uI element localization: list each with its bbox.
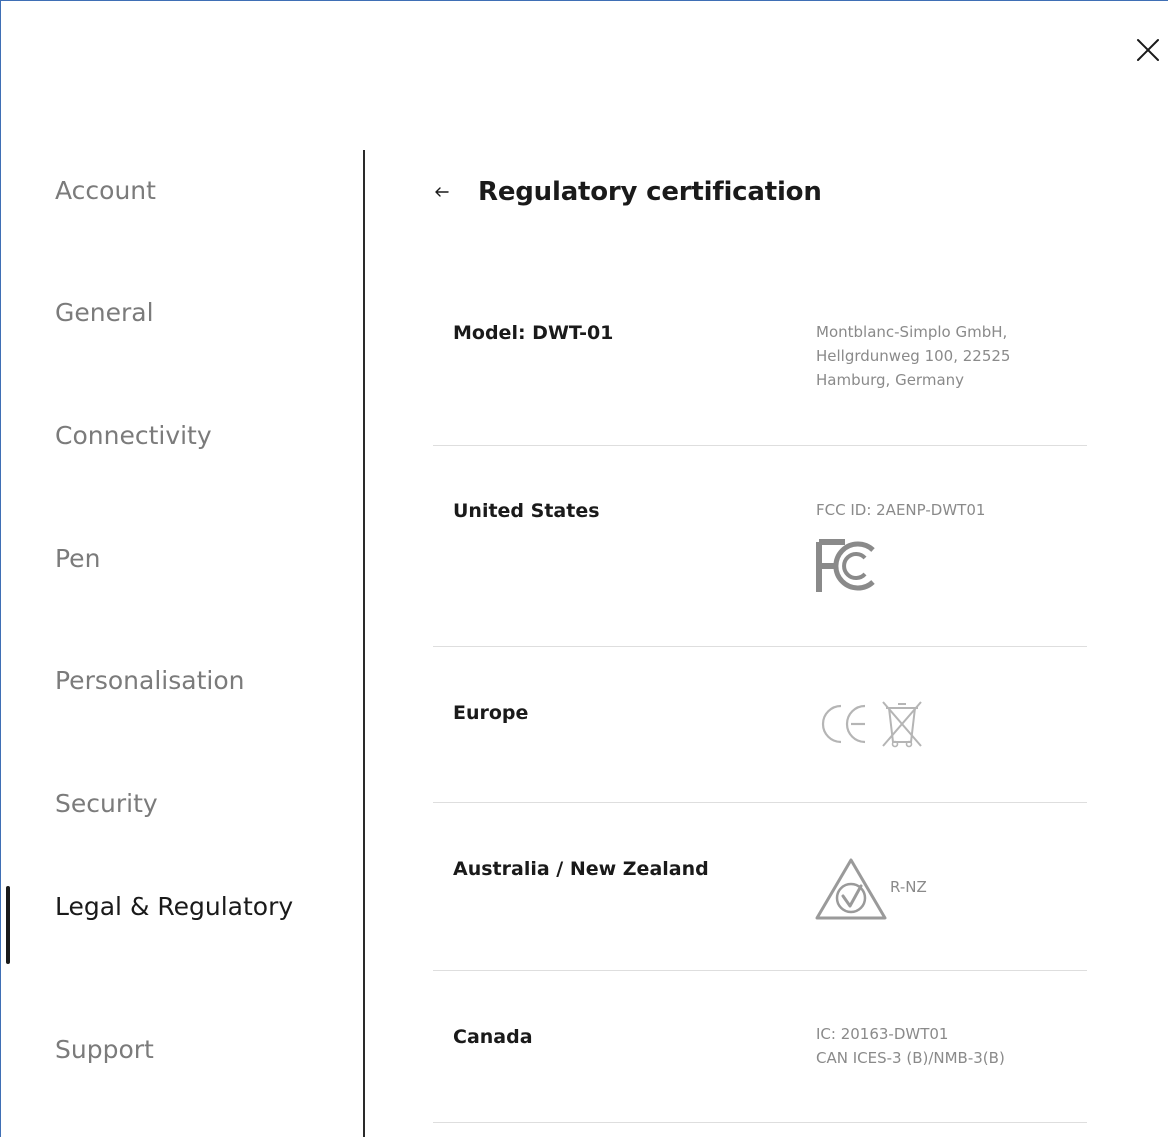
ce-mark-icon [821,704,866,744]
page-title: Regulatory certification [478,177,822,207]
address-line: Hamburg, Germany [816,371,965,389]
rcm-label: R-NZ [890,878,927,896]
close-icon [1137,39,1159,61]
row-separator [433,970,1087,971]
sidebar-item-account[interactable]: Account [55,172,156,210]
rcm-mark [813,856,889,922]
row-separator [433,802,1087,803]
sidebar-divider [363,150,365,1137]
sidebar-item-connectivity[interactable]: Connectivity [55,417,212,455]
sidebar-item-general[interactable]: General [55,294,154,332]
close-button[interactable] [1134,36,1162,64]
united-states-label: United States [453,500,600,522]
rcm-mark-icon [815,858,887,920]
sidebar-item-security[interactable]: Security [55,785,158,823]
sidebar-item-personalisation[interactable]: Personalisation [55,662,244,700]
manufacturer-address: Montblanc-Simplo GmbH, Hellgrdunweg 100,… [816,320,1010,392]
canada-label: Canada [453,1026,533,1048]
fcc-logo-icon [816,539,875,592]
fcc-logo [815,536,881,596]
back-arrow-icon[interactable] [430,180,454,204]
ce-mark [819,702,869,746]
row-separator [433,445,1087,446]
model-label: Model: DWT-01 [453,322,614,344]
sidebar-item-support[interactable]: Support [55,1031,154,1069]
address-line: Montblanc-Simplo GmbH, [816,323,1008,341]
page-header: Regulatory certification [430,172,822,212]
active-item-indicator [6,886,10,964]
weee-crossed-bin-icon [882,701,922,748]
europe-label: Europe [453,702,529,724]
fcc-id: FCC ID: 2AENP-DWT01 [816,501,986,519]
sidebar-item-pen[interactable]: Pen [55,540,100,578]
sidebar-item-legal-regulatory[interactable]: Legal & Regulatory [55,888,315,926]
row-separator [433,646,1087,647]
address-line: Hellgrdunweg 100, 22525 [816,347,1011,365]
weee-mark [879,700,925,748]
ices-line: CAN ICES-3 (B)/NMB-3(B) [816,1049,1005,1067]
australia-new-zealand-label: Australia / New Zealand [453,858,709,880]
row-separator [433,1122,1087,1123]
ic-line: IC: 20163-DWT01 [816,1025,949,1043]
canada-certification: IC: 20163-DWT01 CAN ICES-3 (B)/NMB-3(B) [816,1022,1005,1070]
